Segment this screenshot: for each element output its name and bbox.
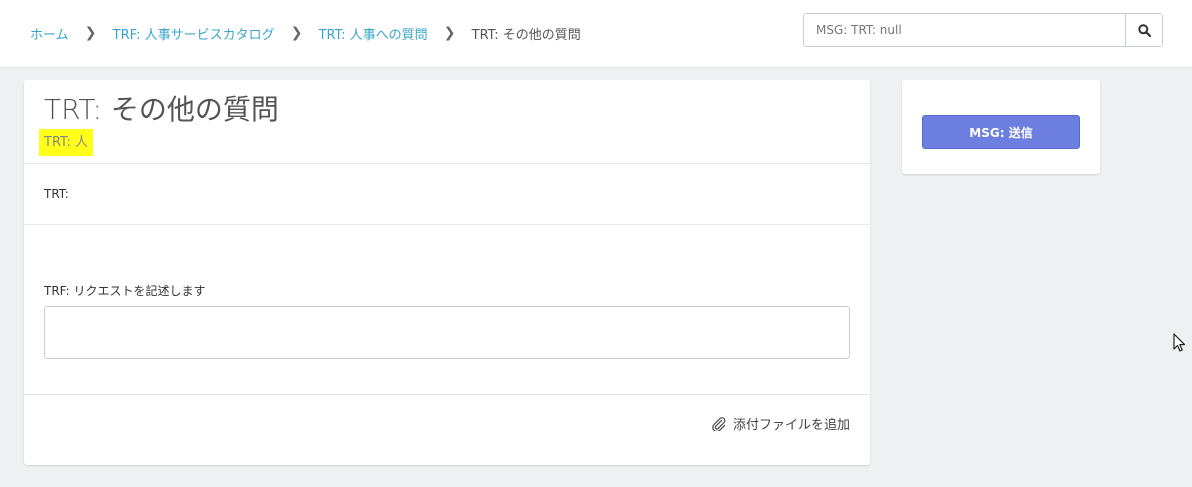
request-description-label: TRF: リクエストを記述します — [44, 284, 206, 298]
top-bar: ホーム ❯ TRF: 人事サービスカタログ ❯ TRT: 人事への質問 ❯ TR… — [0, 0, 1192, 68]
highlighted-tag: TRT: 人 — [39, 129, 94, 156]
add-attachment-label: 添付ファイルを追加 — [732, 418, 850, 433]
item-description: TRT: — [24, 164, 870, 225]
search-icon — [1137, 23, 1151, 37]
request-description-input[interactable] — [44, 306, 850, 359]
mouse-cursor-icon — [1173, 333, 1186, 352]
search-input[interactable] — [803, 13, 1125, 47]
chevron-right-icon: ❯ — [290, 25, 303, 41]
breadcrumb-category-link[interactable]: TRT: 人事への質問 — [319, 24, 428, 43]
chevron-right-icon: ❯ — [443, 25, 456, 41]
breadcrumb: ホーム ❯ TRF: 人事サービスカタログ ❯ TRT: 人事への質問 ❯ TR… — [30, 22, 581, 44]
request-form: TRF: リクエストを記述します — [24, 225, 870, 395]
add-attachment-link[interactable]: 添付ファイルを追加 — [711, 414, 850, 433]
chevron-right-icon: ❯ — [84, 25, 97, 41]
paperclip-icon — [712, 416, 726, 431]
page-title: TRT: その他の質問 — [44, 93, 279, 126]
breadcrumb-current: TRT: その他の質問 — [471, 27, 581, 43]
item-header: TRT: その他の質問 TRT: 人 — [24, 80, 870, 164]
breadcrumb-home-link[interactable]: ホーム — [30, 24, 69, 43]
search-button[interactable] — [1125, 13, 1163, 47]
item-card: TRT: その他の質問 TRT: 人 TRT: TRF: リクエストを記述します… — [24, 80, 870, 465]
order-card: MSG: 送信 — [902, 80, 1100, 174]
breadcrumb-catalog-link[interactable]: TRF: 人事サービスカタログ — [113, 24, 275, 43]
search-box — [803, 13, 1163, 47]
description-label: TRT: — [44, 187, 69, 201]
submit-button[interactable]: MSG: 送信 — [922, 115, 1080, 149]
